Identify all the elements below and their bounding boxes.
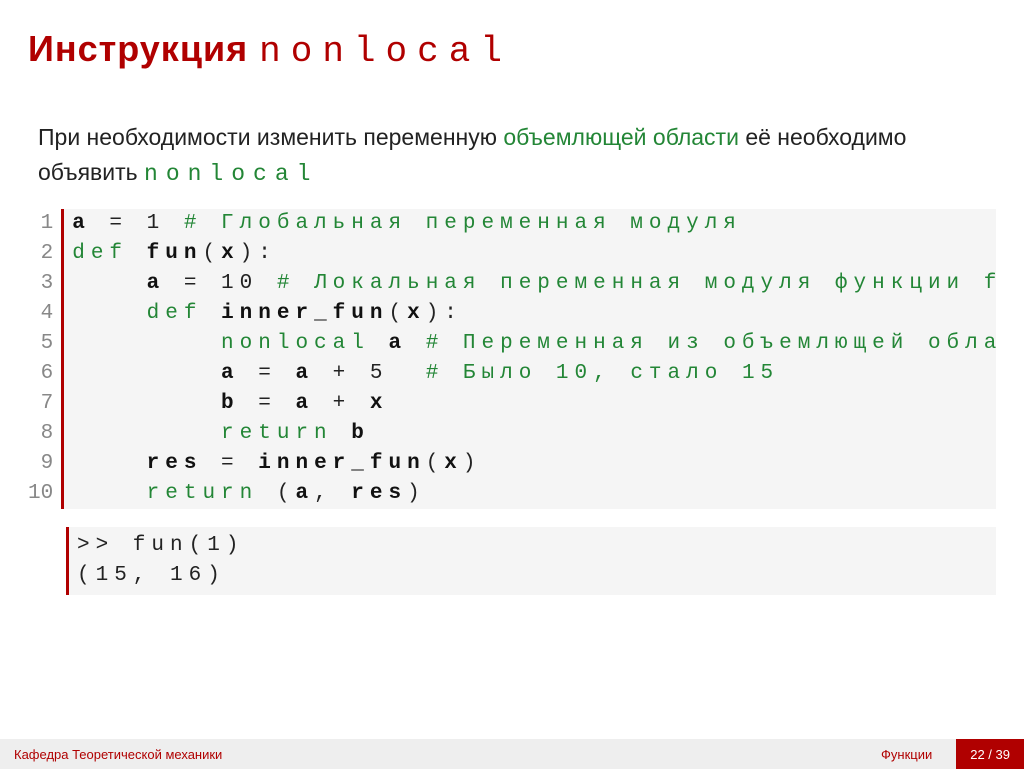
intro-mono: nonlocal xyxy=(144,161,318,187)
tok: inner_fun xyxy=(258,452,425,475)
tok: = xyxy=(202,452,258,475)
tok: ( xyxy=(388,302,407,325)
pad xyxy=(72,272,146,295)
tok: x xyxy=(221,242,240,265)
tok: , xyxy=(314,482,351,505)
kw-return: return xyxy=(221,422,351,445)
pad xyxy=(72,482,146,505)
kw-nonlocal: nonlocal xyxy=(221,332,388,355)
footer-page-number: 22 / 39 xyxy=(956,739,1024,769)
comment: # Глобальная переменная модуля xyxy=(184,212,742,235)
tok: ( xyxy=(202,242,221,265)
tok: ) xyxy=(463,452,482,475)
heading-keyword: nonlocal xyxy=(259,31,512,72)
tok: a xyxy=(295,482,314,505)
tok xyxy=(407,332,426,355)
pad xyxy=(72,332,221,355)
tok: b xyxy=(351,422,370,445)
footer-department: Кафедра Теоретической механики xyxy=(0,739,857,769)
tok: res xyxy=(351,482,407,505)
pad xyxy=(72,302,146,325)
tok: + 5 xyxy=(314,362,426,385)
code-listing: 1 2 3 4 5 6 7 8 9 10 a = 1 # Глобальная … xyxy=(28,209,996,509)
slide-content: Инструкция nonlocal При необходимости из… xyxy=(0,0,1024,595)
tok: ) xyxy=(407,482,426,505)
tok: b xyxy=(221,392,240,415)
tok: ( xyxy=(426,452,445,475)
footer-title: Функции xyxy=(857,739,956,769)
tok: + xyxy=(314,392,370,415)
kw-def: def xyxy=(147,302,221,325)
line-numbers: 1 2 3 4 5 6 7 8 9 10 xyxy=(28,209,61,509)
tok: ): xyxy=(426,302,463,325)
tok: fun xyxy=(147,242,203,265)
tok: = 1 xyxy=(91,212,184,235)
code-block: a = 1 # Глобальная переменная модуля def… xyxy=(61,209,996,509)
pad xyxy=(72,392,221,415)
tok: = 10 xyxy=(165,272,277,295)
tok: = xyxy=(240,392,296,415)
kw-return: return xyxy=(147,482,277,505)
tok: res xyxy=(147,452,203,475)
tok: x xyxy=(407,302,426,325)
comment: # Переменная из объемлющей области xyxy=(426,332,996,355)
heading-prefix: Инструкция xyxy=(28,28,259,69)
slide-footer: Кафедра Теоретической механики Функции 2… xyxy=(0,739,1024,769)
kw-def: def xyxy=(72,242,146,265)
intro-text: При необходимости изменить переменную об… xyxy=(28,120,996,191)
comment: # Было 10, стало 15 xyxy=(426,362,779,385)
tok: a xyxy=(295,392,314,415)
slide-heading: Инструкция nonlocal xyxy=(28,28,996,72)
pad xyxy=(72,452,146,475)
tok: x xyxy=(444,452,463,475)
tok: a xyxy=(295,362,314,385)
tok: ( xyxy=(277,482,296,505)
output-block: >> fun(1) (15, 16) xyxy=(66,527,996,595)
comment: # Локальная переменная модуля функции fu… xyxy=(277,272,996,295)
tok: a xyxy=(72,212,91,235)
pad xyxy=(72,422,221,445)
tok: x xyxy=(370,392,389,415)
tok: a xyxy=(147,272,166,295)
tok: inner_fun xyxy=(221,302,388,325)
intro-highlight: объемлющей области xyxy=(503,124,739,150)
intro-part1: При необходимости изменить переменную xyxy=(38,124,503,150)
tok: a xyxy=(388,332,407,355)
tok: = xyxy=(240,362,296,385)
tok: a xyxy=(221,362,240,385)
pad xyxy=(72,362,221,385)
tok: ): xyxy=(240,242,277,265)
